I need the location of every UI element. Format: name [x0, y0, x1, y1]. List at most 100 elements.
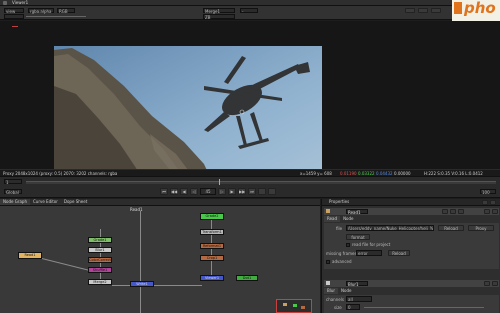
window-title: Viewer1	[12, 0, 29, 5]
missing-frames-select[interactable]: error	[356, 250, 382, 256]
view-select[interactable]: view	[4, 8, 24, 14]
node-write1[interactable]: Write1	[130, 281, 154, 287]
node-merge2[interactable]: Merge2	[88, 279, 112, 285]
play-reverse-icon[interactable]: ◁	[190, 188, 198, 195]
node-name-field[interactable]: Read1	[346, 209, 368, 215]
missing-frames-label: missing frames	[326, 251, 357, 256]
node-dot1[interactable]: Dot1	[236, 275, 258, 281]
proxy-file-button[interactable]: Proxy	[468, 225, 494, 231]
fps-select[interactable]: Global	[4, 189, 22, 195]
file-path-field[interactable]: /Users/eddy_name/Nuke_Helicopter/heli_%0…	[346, 225, 434, 231]
revert-icon[interactable]	[450, 209, 456, 214]
lock-button[interactable]	[431, 8, 441, 13]
tab-dope-sheet[interactable]: Dope Sheet	[61, 199, 90, 205]
channels-label: channels	[326, 297, 344, 302]
viewer-status-bar: Proxy 2048x1024 (proxy: 0.5) 2070: 3202 …	[0, 169, 500, 176]
node-grade1[interactable]: Grade1	[88, 237, 112, 243]
loop-icon[interactable]	[258, 188, 266, 195]
reload-button[interactable]: Reload	[388, 250, 410, 256]
node-grade2[interactable]: Grade2	[200, 213, 224, 220]
last-frame-icon[interactable]: ⏭	[248, 188, 256, 195]
advanced-checkbox[interactable]	[326, 260, 330, 264]
size-label: size	[334, 305, 342, 310]
step-back-icon[interactable]: ◀	[180, 188, 188, 195]
input-a-select[interactable]: Merge1	[203, 8, 235, 14]
proxy-button[interactable]	[418, 8, 428, 13]
tab-blur-node[interactable]: Node	[338, 288, 354, 294]
increment-icon[interactable]	[268, 188, 276, 195]
roi-button[interactable]	[405, 8, 415, 13]
tab-curve-editor[interactable]: Curve Editor	[30, 199, 61, 205]
float-node-icon[interactable]	[484, 209, 490, 214]
node-viewer1[interactable]: Viewer1	[200, 275, 224, 281]
read-project-label: read file for project	[352, 242, 391, 247]
tab-node-graph[interactable]: Node Graph	[0, 199, 30, 205]
navigator-node	[293, 304, 297, 307]
read-knobs: file /Users/eddy_name/Nuke_Helicopter/he…	[324, 223, 499, 269]
close-icon[interactable]	[482, 200, 488, 205]
node-colorcorrect1[interactable]: ColorCorrect1	[88, 257, 112, 263]
size-field[interactable]: 0	[346, 304, 360, 310]
playhead[interactable]	[219, 179, 220, 185]
timeline-ruler[interactable]	[26, 179, 496, 185]
menu-icon[interactable]	[3, 1, 7, 5]
viewer-toolbar: view rgba.alpha RGB Merge1 - ZB	[0, 6, 452, 20]
node-read1[interactable]: Read1	[18, 252, 42, 259]
file-label: file	[336, 226, 343, 231]
advanced-label: advanced	[332, 259, 352, 264]
blur-knobs: channels all size 0	[324, 295, 499, 313]
size-slider[interactable]	[364, 307, 484, 308]
node-header-blur1: Blur1	[324, 280, 499, 287]
node-color-icon[interactable]	[326, 209, 330, 213]
help-icon[interactable]	[458, 209, 464, 214]
node-name-field[interactable]: Blur1	[346, 281, 368, 287]
tab-blur[interactable]: Blur	[324, 288, 339, 294]
float-icon[interactable]	[490, 200, 496, 205]
node-reformat1[interactable]: Reformat1	[200, 243, 224, 249]
wire	[140, 211, 141, 283]
node-crop1[interactable]: Crop1	[200, 255, 224, 261]
read-tabs: Read Node	[324, 216, 357, 222]
wipe-select[interactable]: -	[240, 8, 258, 14]
graph-navigator[interactable]	[276, 299, 312, 313]
wire	[41, 258, 91, 272]
current-frame-field[interactable]: 45	[200, 188, 216, 195]
playback-controls: ⏮ ◀◀ ◀ ◁ 45 ▷ ▶ ▶▶ ⏭	[160, 188, 310, 195]
node-blur1[interactable]: Blur1	[88, 247, 112, 253]
navigator-node	[283, 303, 287, 306]
channel-select[interactable]: rgba.alpha	[28, 8, 54, 14]
end-frame-field[interactable]: 100	[480, 189, 496, 195]
gain-field[interactable]	[4, 14, 24, 19]
read-project-checkbox[interactable]	[346, 243, 350, 247]
node-shuffle1[interactable]: Shuffle1	[88, 267, 112, 273]
viewer-canvas[interactable]	[0, 21, 500, 190]
logo-mark-icon	[454, 2, 462, 14]
prev-key-icon[interactable]: ◀◀	[170, 188, 178, 195]
wire	[152, 285, 202, 286]
node-transform1[interactable]: Transform1	[200, 229, 224, 235]
node-graph-panel[interactable]: Node Graph Curve Editor Dope Sheet Read1…	[0, 199, 320, 313]
properties-header: Properties	[322, 199, 500, 206]
tab-read[interactable]: Read	[324, 216, 341, 222]
timeline: 1 Global ⏮ ◀◀ ◀ ◁ 45 ▷ ▶ ▶▶ ⏭ 100	[0, 176, 500, 198]
close-node-icon[interactable]	[492, 209, 498, 214]
properties-title: Properties	[329, 199, 350, 204]
close-node-icon[interactable]	[492, 281, 498, 286]
cursor-icon[interactable]	[442, 209, 448, 214]
tab-node[interactable]: Node	[340, 216, 356, 222]
reload-file-button[interactable]: Reload	[438, 225, 464, 231]
channels-select[interactable]: all	[346, 296, 372, 302]
step-forward-icon[interactable]: ▶	[228, 188, 236, 195]
float-node-icon[interactable]	[484, 281, 490, 286]
play-icon[interactable]: ▷	[218, 188, 226, 195]
logo: pho	[452, 0, 500, 22]
node-color-icon[interactable]	[326, 281, 330, 285]
next-key-icon[interactable]: ▶▶	[238, 188, 246, 195]
frame-marker-icon	[12, 26, 18, 27]
start-frame-field[interactable]: 1	[4, 179, 22, 185]
format-button[interactable]: format	[346, 234, 370, 240]
gain-slider[interactable]	[26, 16, 86, 17]
first-frame-icon[interactable]: ⏮	[160, 188, 168, 195]
rgb-select[interactable]: RGB	[57, 8, 75, 14]
input-b-select[interactable]: ZB	[203, 14, 235, 20]
